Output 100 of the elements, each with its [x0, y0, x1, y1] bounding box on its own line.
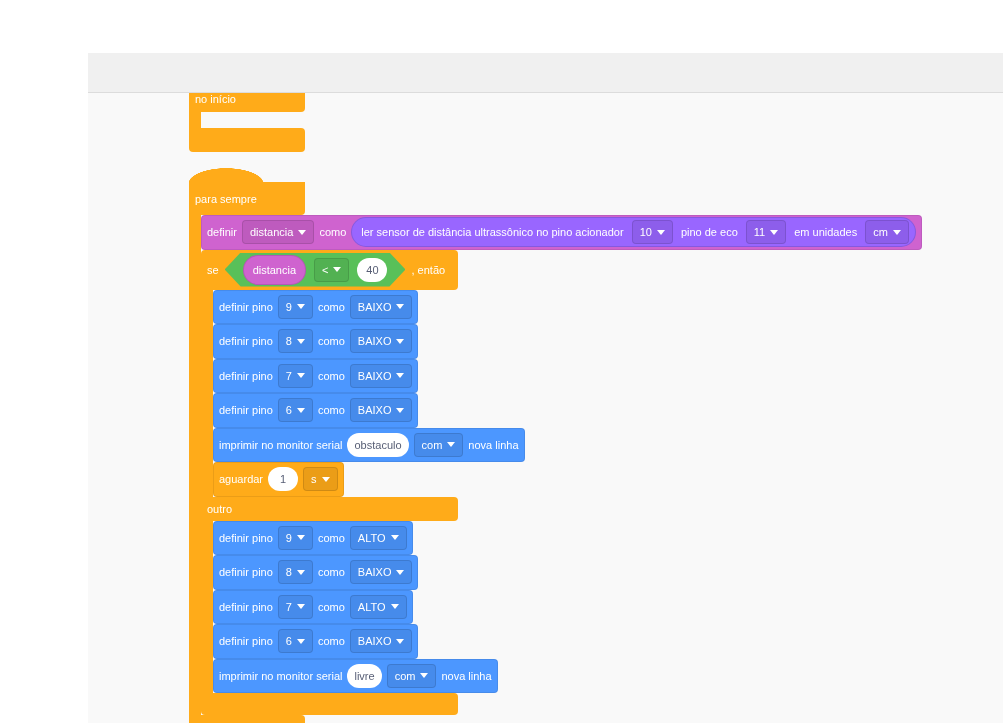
block-label: definir pino	[219, 600, 273, 613]
caret-icon	[390, 604, 399, 610]
block-label: ler sensor de distância ultrassônico no pino acionador	[360, 226, 625, 239]
code-block[interactable]: definir pino 7 como BAIXO	[213, 358, 419, 393]
code-block[interactable]: definir pino 8 como BAIXO	[213, 555, 419, 590]
code-block[interactable]: definir pino 6 como BAIXO	[213, 624, 419, 659]
block-label: aguardar	[219, 473, 264, 486]
caret-icon	[390, 535, 399, 541]
code-block[interactable]: aguardar 1 s	[213, 462, 344, 497]
dropdown[interactable]: cm	[865, 220, 909, 245]
code-block[interactable]: definir pino 9 como ALTO	[213, 520, 413, 555]
dropdown[interactable]: ALTO	[349, 525, 407, 550]
block-label: como	[317, 600, 345, 613]
caret-icon	[447, 442, 456, 448]
code-block[interactable]: definir pino 8 como BAIXO	[213, 324, 419, 359]
code-block[interactable]: definir pino 9 como BAIXO	[213, 289, 419, 324]
dropdown[interactable]: BAIXO	[349, 398, 413, 423]
block-label: definir pino	[219, 404, 273, 417]
dropdown[interactable]: s	[303, 467, 338, 492]
caret-icon	[892, 229, 901, 235]
dropdown[interactable]: com	[386, 663, 437, 688]
dropdown[interactable]: BAIXO	[349, 629, 413, 654]
dropdown[interactable]: <	[314, 257, 350, 282]
dropdown[interactable]: 8	[277, 329, 313, 354]
caret-icon	[298, 229, 307, 235]
reporter-block[interactable]: distancia	[242, 254, 307, 285]
caret-icon	[296, 535, 305, 541]
block-label: como	[317, 635, 345, 648]
block-label: como	[317, 335, 345, 348]
block-label: como	[317, 404, 345, 417]
dropdown[interactable]: com	[413, 432, 464, 457]
code-block[interactable]: definir pino 6 como BAIXO	[213, 393, 419, 428]
value-field[interactable]: 40	[357, 257, 388, 282]
block-label: , então	[411, 263, 446, 276]
caret-icon	[656, 229, 665, 235]
reporter-block[interactable]: ler sensor de distância ultrassônico no pino acionador 10 pino de eco 11 em unidades cm	[351, 217, 916, 248]
hat-block[interactable]: para sempre	[189, 168, 305, 215]
caret-icon	[296, 304, 305, 310]
dropdown[interactable]: BAIXO	[349, 329, 413, 354]
block-label: como	[319, 226, 347, 239]
dropdown[interactable]: 6	[277, 629, 313, 654]
dropdown[interactable]: 8	[277, 560, 313, 585]
block-label: nova linha	[441, 669, 492, 682]
caret-icon	[396, 407, 405, 413]
code-block[interactable]: definir pino 7 como ALTO	[213, 589, 413, 624]
value-field[interactable]: livre	[347, 663, 382, 688]
dropdown[interactable]: BAIXO	[349, 363, 413, 388]
block-label: imprimir no monitor serial	[219, 669, 343, 682]
code-block[interactable]: definir distancia como ler sensor de distância ultrassônico no pino acionador 10 pino de eco 11 em unidades cm	[201, 215, 922, 250]
caret-icon	[396, 338, 405, 344]
dropdown[interactable]: ALTO	[349, 594, 407, 619]
dropdown[interactable]: 7	[277, 363, 313, 388]
block-label: definir pino	[219, 635, 273, 648]
block-label: como	[317, 369, 345, 382]
value-field[interactable]: obstaculo	[347, 432, 409, 457]
if-block-arm[interactable]: se distancia < 40 , então	[201, 249, 458, 290]
block-label: nova linha	[468, 438, 519, 451]
caret-icon	[296, 638, 305, 644]
caret-icon	[396, 373, 405, 379]
value-field[interactable]: 1	[268, 467, 299, 492]
block-label: definir pino	[219, 369, 273, 382]
caret-icon	[296, 338, 305, 344]
caret-icon	[321, 476, 330, 482]
block-label: como	[317, 531, 345, 544]
block-label: no início	[195, 93, 236, 105]
dropdown[interactable]: distancia	[241, 220, 315, 245]
block-label: definir pino	[219, 300, 273, 313]
code-block[interactable]: imprimir no monitor serial obstaculo com nova linha	[213, 427, 525, 462]
caret-icon	[396, 569, 405, 575]
dropdown[interactable]: 9	[277, 294, 313, 319]
block-label: para sempre	[195, 192, 257, 205]
caret-icon	[420, 673, 429, 679]
condition-block[interactable]: distancia < 40	[224, 252, 406, 287]
dropdown[interactable]: BAIXO	[349, 560, 413, 585]
caret-icon	[396, 304, 405, 310]
block-label: definir pino	[219, 335, 273, 348]
code-block[interactable]: imprimir no monitor serial livre com nova linha	[213, 658, 498, 693]
caret-icon	[770, 229, 779, 235]
block-label: em unidades	[793, 226, 859, 239]
block-label: pino de eco	[679, 226, 739, 239]
dropdown[interactable]: 11	[745, 220, 787, 245]
block-label: se	[207, 263, 219, 276]
block-label: definir pino	[219, 531, 273, 544]
block-label: definir	[207, 226, 237, 239]
block-label: como	[317, 300, 345, 313]
block-label: como	[317, 566, 345, 579]
dropdown[interactable]: BAIXO	[349, 294, 413, 319]
dropdown[interactable]: 10	[631, 220, 673, 245]
block-label: distancia	[251, 263, 298, 276]
block-label: outro	[207, 502, 233, 515]
caret-icon	[296, 373, 305, 379]
dropdown[interactable]: 7	[277, 594, 313, 619]
caret-icon	[296, 569, 305, 575]
caret-icon	[396, 638, 405, 644]
caret-icon	[296, 407, 305, 413]
dropdown[interactable]: 9	[277, 525, 313, 550]
block-label: imprimir no monitor serial	[219, 438, 343, 451]
dropdown[interactable]: 6	[277, 398, 313, 423]
caret-icon	[333, 267, 342, 272]
block-arm[interactable]: no início	[189, 93, 305, 112]
